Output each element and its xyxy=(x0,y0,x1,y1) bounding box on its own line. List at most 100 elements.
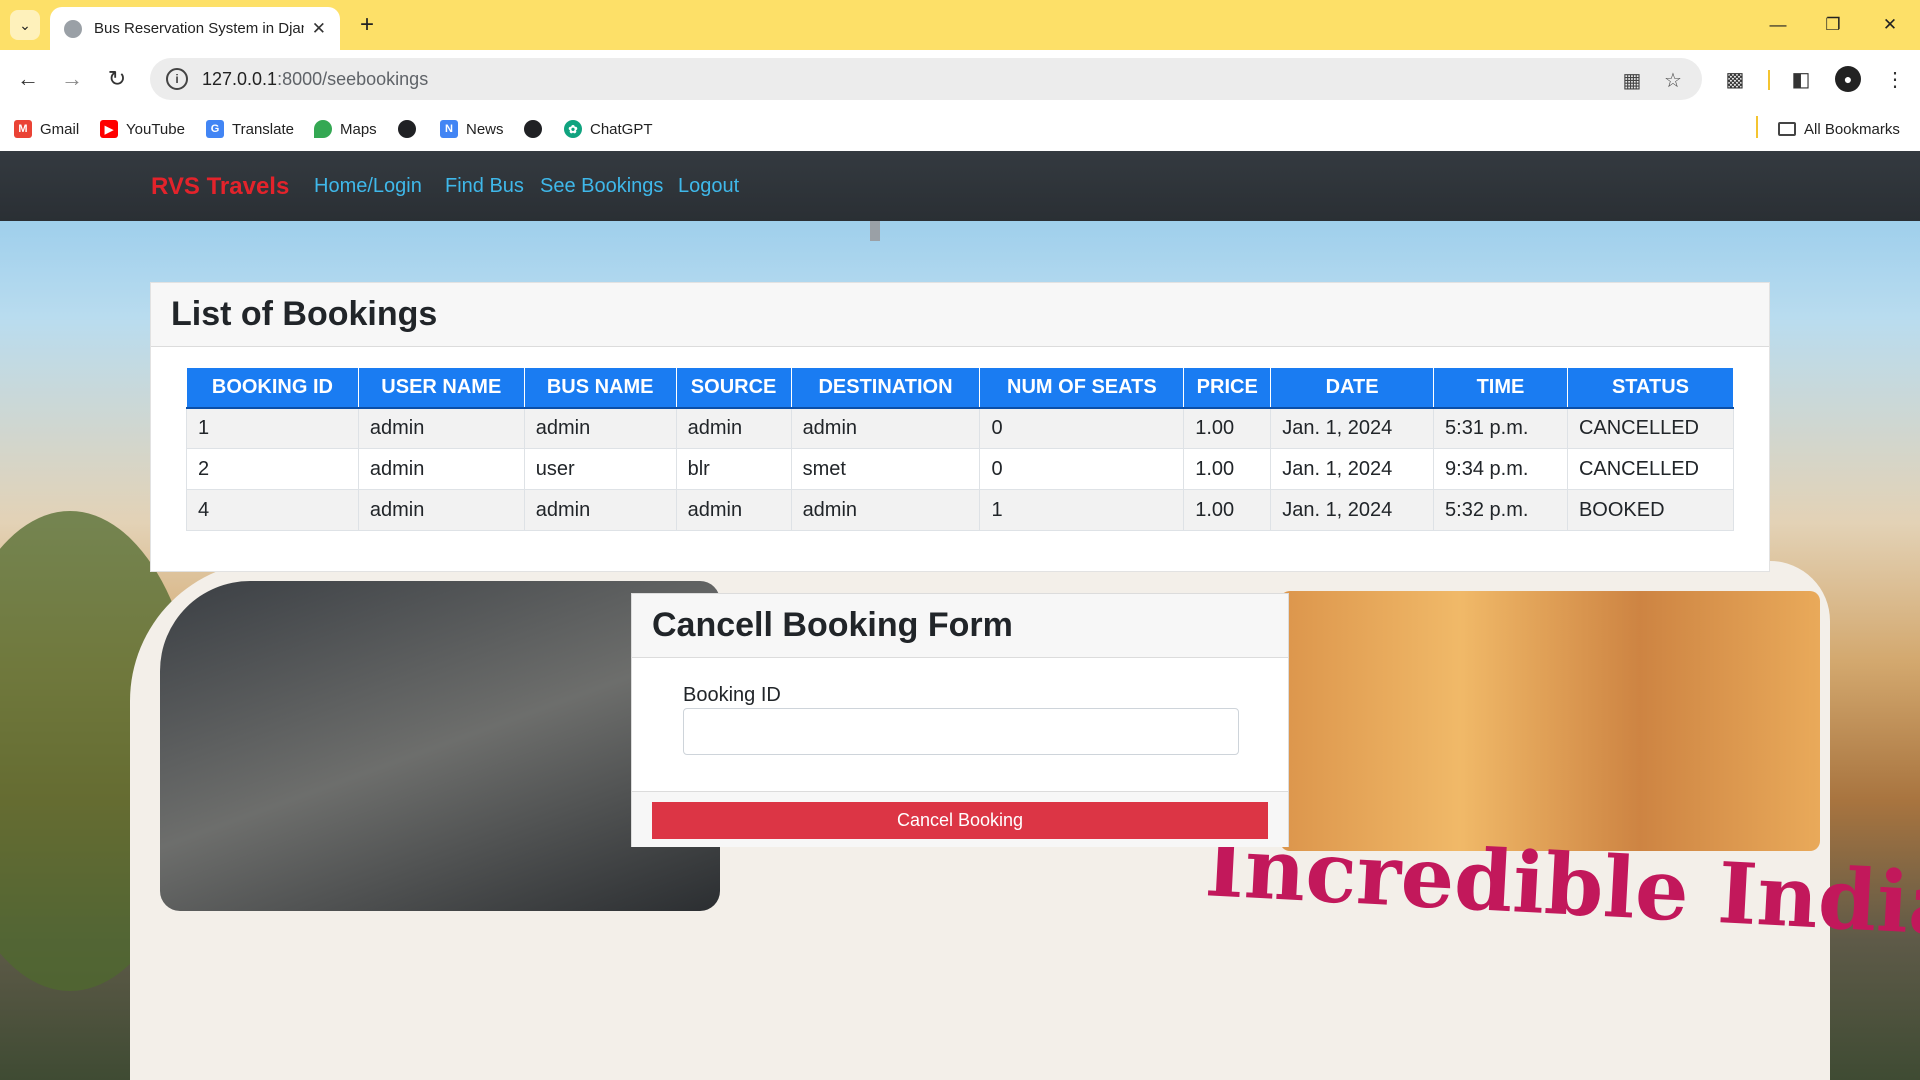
column-header: BOOKING ID xyxy=(186,367,359,409)
background-bus-windows xyxy=(1280,591,1820,851)
site-info-icon[interactable]: i xyxy=(166,68,188,90)
extensions-icon[interactable]: ▩ xyxy=(1720,64,1750,94)
table-row: 4 admin admin admin admin 1 1.00 Jan. 1,… xyxy=(186,489,1735,531)
site-navbar: RVS Travels Home/Login Find Bus See Book… xyxy=(0,151,1920,221)
url-text: 127.0.0.1:8000/seebookings xyxy=(202,69,428,90)
table-cell: admin xyxy=(790,489,981,531)
reload-icon[interactable]: ↻ xyxy=(101,63,133,95)
tab-title: Bus Reservation System in Djan xyxy=(94,20,304,37)
bookings-title: List of Bookings xyxy=(171,295,438,333)
table-cell: Jan. 1, 2024 xyxy=(1270,448,1435,490)
column-header: USER NAME xyxy=(357,367,525,409)
table-cell: admin xyxy=(675,489,792,531)
nav-find-bus[interactable]: Find Bus xyxy=(445,175,524,198)
translate-page-icon[interactable]: ▦ xyxy=(1620,68,1644,92)
menu-kebab-icon[interactable]: ⋮ xyxy=(1880,64,1910,94)
column-header: NUM OF SEATS xyxy=(979,367,1185,409)
table-cell: admin xyxy=(357,489,525,531)
profile-avatar-icon[interactable]: ● xyxy=(1835,66,1861,92)
brand-logo[interactable]: RVS Travels xyxy=(151,173,289,201)
browser-toolbar: ← → ↻ i 127.0.0.1:8000/seebookings ▦ ☆ ▩… xyxy=(0,50,1920,107)
column-header: SOURCE xyxy=(675,367,792,409)
url-path: :8000/seebookings xyxy=(277,68,429,89)
nav-logout[interactable]: Logout xyxy=(678,175,739,198)
cancel-booking-button[interactable]: Cancel Booking xyxy=(652,802,1268,839)
minimize-icon[interactable]: — xyxy=(1758,10,1798,40)
bookmark-chatgpt[interactable]: ✿ ChatGPT xyxy=(564,117,653,141)
table-cell: 1 xyxy=(979,489,1185,531)
table-cell: 1 xyxy=(186,407,359,449)
bookings-card: List of Bookings BOOKING ID USER NAME BU… xyxy=(150,282,1770,572)
column-header: TIME xyxy=(1433,367,1568,409)
column-header: PRICE xyxy=(1183,367,1272,409)
bookmark-label: ChatGPT xyxy=(590,120,653,138)
browser-tab[interactable]: Bus Reservation System in Djan ✕ xyxy=(50,7,340,50)
bookmark-news[interactable]: N News xyxy=(440,117,504,141)
table-cell: 1.00 xyxy=(1183,448,1272,490)
column-header: DATE xyxy=(1270,367,1435,409)
tab-search-icon[interactable]: ⌄ xyxy=(10,10,40,40)
bookings-card-header: List of Bookings xyxy=(151,283,1769,347)
bookmark-gmail[interactable]: M Gmail xyxy=(14,117,79,141)
nav-home-login[interactable]: Home/Login xyxy=(314,175,422,198)
bookings-table: BOOKING ID USER NAME BUS NAME SOURCE DES… xyxy=(186,367,1735,531)
table-cell: 5:31 p.m. xyxy=(1433,407,1568,449)
table-cell: blr xyxy=(675,448,792,490)
bookmark-maps[interactable]: Maps xyxy=(314,117,377,141)
table-cell: 1.00 xyxy=(1183,489,1272,531)
table-cell: Jan. 1, 2024 xyxy=(1270,407,1435,449)
table-cell: admin xyxy=(790,407,981,449)
table-cell: user xyxy=(523,448,677,490)
table-cell: BOOKED xyxy=(1566,489,1735,531)
cancel-form-title: Cancell Booking Form xyxy=(652,606,1013,644)
table-cell: admin xyxy=(357,407,525,449)
table-cell: CANCELLED xyxy=(1566,448,1735,490)
bookmarks-divider xyxy=(1756,116,1758,138)
bookmark-translate[interactable]: G Translate xyxy=(206,117,294,141)
table-row: 2 admin user blr smet 0 1.00 Jan. 1, 202… xyxy=(186,448,1735,490)
all-bookmarks[interactable]: All Bookmarks xyxy=(1778,117,1900,141)
table-cell: 5:32 p.m. xyxy=(1433,489,1568,531)
new-tab-icon[interactable]: + xyxy=(352,10,382,40)
table-cell: 4 xyxy=(186,489,359,531)
bookmark-globe-1[interactable] xyxy=(398,117,424,141)
restore-icon[interactable]: ❐ xyxy=(1813,10,1853,40)
table-cell: 2 xyxy=(186,448,359,490)
url-host: 127.0.0.1 xyxy=(202,68,278,89)
news-icon: N xyxy=(440,120,458,138)
address-bar[interactable]: i 127.0.0.1:8000/seebookings ▦ ☆ xyxy=(150,58,1702,100)
bookmarks-bar: M Gmail ▶ YouTube G Translate Maps N News ✿ C… xyxy=(0,107,1920,151)
cancel-card-header: Cancell Booking Form xyxy=(632,594,1288,658)
folder-icon xyxy=(1778,122,1796,136)
close-window-icon[interactable]: ✕ xyxy=(1870,10,1910,40)
table-header-row: BOOKING ID USER NAME BUS NAME SOURCE DES… xyxy=(186,367,1735,409)
table-cell: smet xyxy=(790,448,981,490)
cancel-booking-card: Cancell Booking Form Booking ID Cancel B… xyxy=(631,593,1289,847)
bookmark-label: News xyxy=(466,120,504,138)
bookmark-globe-2[interactable] xyxy=(524,117,550,141)
forward-icon[interactable]: → xyxy=(56,63,88,95)
chatgpt-icon: ✿ xyxy=(564,120,582,138)
nav-see-bookings[interactable]: See Bookings xyxy=(540,175,663,198)
bookmark-label: Maps xyxy=(340,120,377,138)
table-cell: admin xyxy=(357,448,525,490)
maps-icon xyxy=(314,120,332,138)
table-cell: admin xyxy=(523,407,677,449)
bookmark-label: YouTube xyxy=(126,120,185,138)
close-tab-icon[interactable]: ✕ xyxy=(312,19,326,39)
bookmark-label: Translate xyxy=(232,120,294,138)
table-cell: 1.00 xyxy=(1183,407,1272,449)
table-cell: 9:34 p.m. xyxy=(1433,448,1568,490)
globe-icon xyxy=(398,120,416,138)
back-icon[interactable]: ← xyxy=(12,63,44,95)
bookmark-youtube[interactable]: ▶ YouTube xyxy=(100,117,185,141)
youtube-icon: ▶ xyxy=(100,120,118,138)
table-cell: admin xyxy=(523,489,677,531)
column-header: DESTINATION xyxy=(790,367,981,409)
bookmark-star-icon[interactable]: ☆ xyxy=(1661,68,1685,92)
side-panel-icon[interactable]: ◧ xyxy=(1786,64,1816,94)
gmail-icon: M xyxy=(14,120,32,138)
translate-icon: G xyxy=(206,120,224,138)
table-cell: 0 xyxy=(979,407,1185,449)
booking-id-input[interactable] xyxy=(683,708,1239,755)
